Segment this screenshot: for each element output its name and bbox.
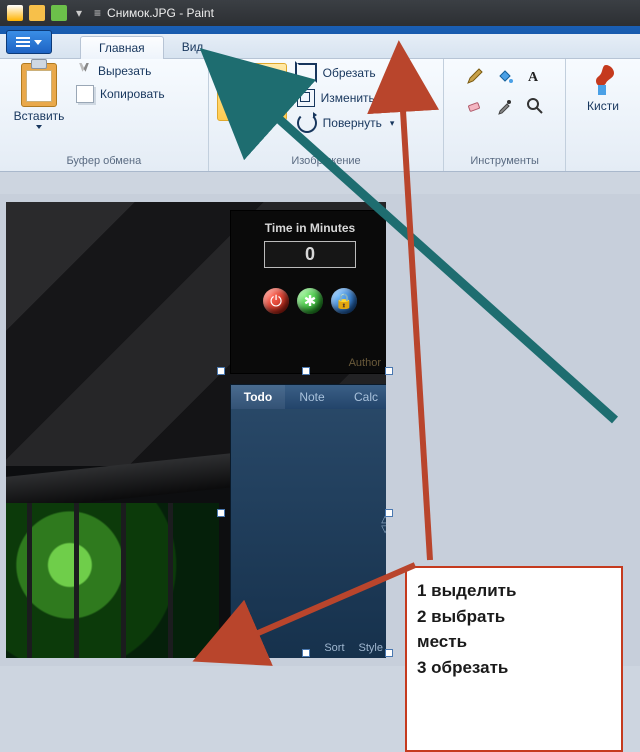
lock-icon[interactable]: 🔒 [331,288,357,314]
tab-home[interactable]: Главная [80,36,164,59]
brush-icon [588,63,618,99]
widget-sort[interactable]: Sort [324,642,344,654]
widget-style[interactable]: Style [359,642,383,654]
annotation-line-1: 1 выделить [417,578,611,604]
app-icon [7,5,23,21]
brushes-button[interactable]: Кисти [579,63,627,113]
group-image-label: Изображение [217,153,436,169]
notes-widget: Todo Note Calc △▽ Sort Style [230,384,386,658]
group-brushes: Кисти [566,59,640,171]
tab-view[interactable]: Вид [164,36,222,58]
crop-label: Обрезать [323,66,376,80]
annotation-line-4: 3 обрезать [417,655,611,681]
widget-tab-note[interactable]: Note [285,385,339,409]
brushes-label: Кисти [587,99,619,113]
resize-label: Изменить [321,91,375,105]
annotation-box: 1 выделить 2 выбрать месть 3 обрезать [405,566,623,752]
paste-label: Вставить [14,109,65,123]
canvas-area[interactable]: Time in Minutes 0 ⏻ ✱ 🔒 Author Todo Note… [0,194,640,666]
window-titlebar: ▾ ≡ Снимок.JPG - Paint [0,0,640,26]
cut-button[interactable]: Вырезать [76,63,165,79]
crop-icon [297,63,317,83]
rotate-button[interactable]: Повернуть ▾ [297,113,409,133]
ribbon-tabs: Главная Вид [0,34,640,59]
resize-icon [297,89,315,107]
gadget-value: 0 [264,241,356,268]
canvas-image[interactable]: Time in Minutes 0 ⏻ ✱ 🔒 Author Todo Note… [6,202,386,658]
file-menu-button[interactable] [6,30,52,54]
pencil-tool[interactable] [462,63,488,89]
group-tools-label: Инструменты [452,153,557,169]
qat-more-icon[interactable]: ▾ [76,6,82,20]
resize-button[interactable]: Изменить …ер [297,89,409,107]
rotate-icon [297,113,317,133]
crop-button[interactable]: Обрезать [297,63,409,83]
group-clipboard-label: Буфер обмена [8,153,200,169]
picker-tool[interactable] [492,93,518,119]
scissors-icon [76,63,92,79]
group-clipboard: Вставить Вырезать Копировать Буфер обмен… [0,59,209,171]
timer-gadget: Time in Minutes 0 ⏻ ✱ 🔒 Author [230,210,386,374]
eraser-tool[interactable] [462,93,488,119]
cut-label: Вырезать [98,64,151,78]
qat-icon-2[interactable] [51,5,67,21]
star-icon[interactable]: ✱ [297,288,323,314]
widget-tab-calc[interactable]: Calc [339,385,386,409]
copy-button[interactable]: Копировать [76,85,165,103]
rotate-label: Повернуть [323,116,382,130]
window-title: Снимок.JPG - Paint [107,6,214,20]
group-image: Выдели Обрезать Изменить …ер Повернуть ▾ [209,59,445,171]
copy-icon [76,85,94,103]
clipboard-icon [21,63,57,107]
qat-icon-1[interactable] [29,5,45,21]
annotation-line-2: 2 выбрать [417,604,611,630]
scroll-arrows-icon[interactable]: △▽ [381,515,386,535]
gadget-title: Time in Minutes [231,221,386,235]
text-tool[interactable]: A [522,63,548,89]
power-icon[interactable]: ⏻ [263,288,289,314]
select-label: Выдели [230,102,274,116]
copy-label: Копировать [100,87,165,101]
select-rect-icon [235,68,269,98]
widget-tab-todo[interactable]: Todo [231,385,285,409]
select-button[interactable]: Выдели [217,63,287,121]
svg-text:A: A [528,70,539,85]
zoom-tool[interactable] [522,93,548,119]
ribbon: Вставить Вырезать Копировать Буфер обмен… [0,59,640,172]
annotation-line-3: месть [417,629,611,655]
gadget-author: Author [349,357,381,369]
fill-tool[interactable] [492,63,518,89]
group-tools: A Инструменты [444,59,566,171]
paste-button[interactable]: Вставить [8,63,70,129]
